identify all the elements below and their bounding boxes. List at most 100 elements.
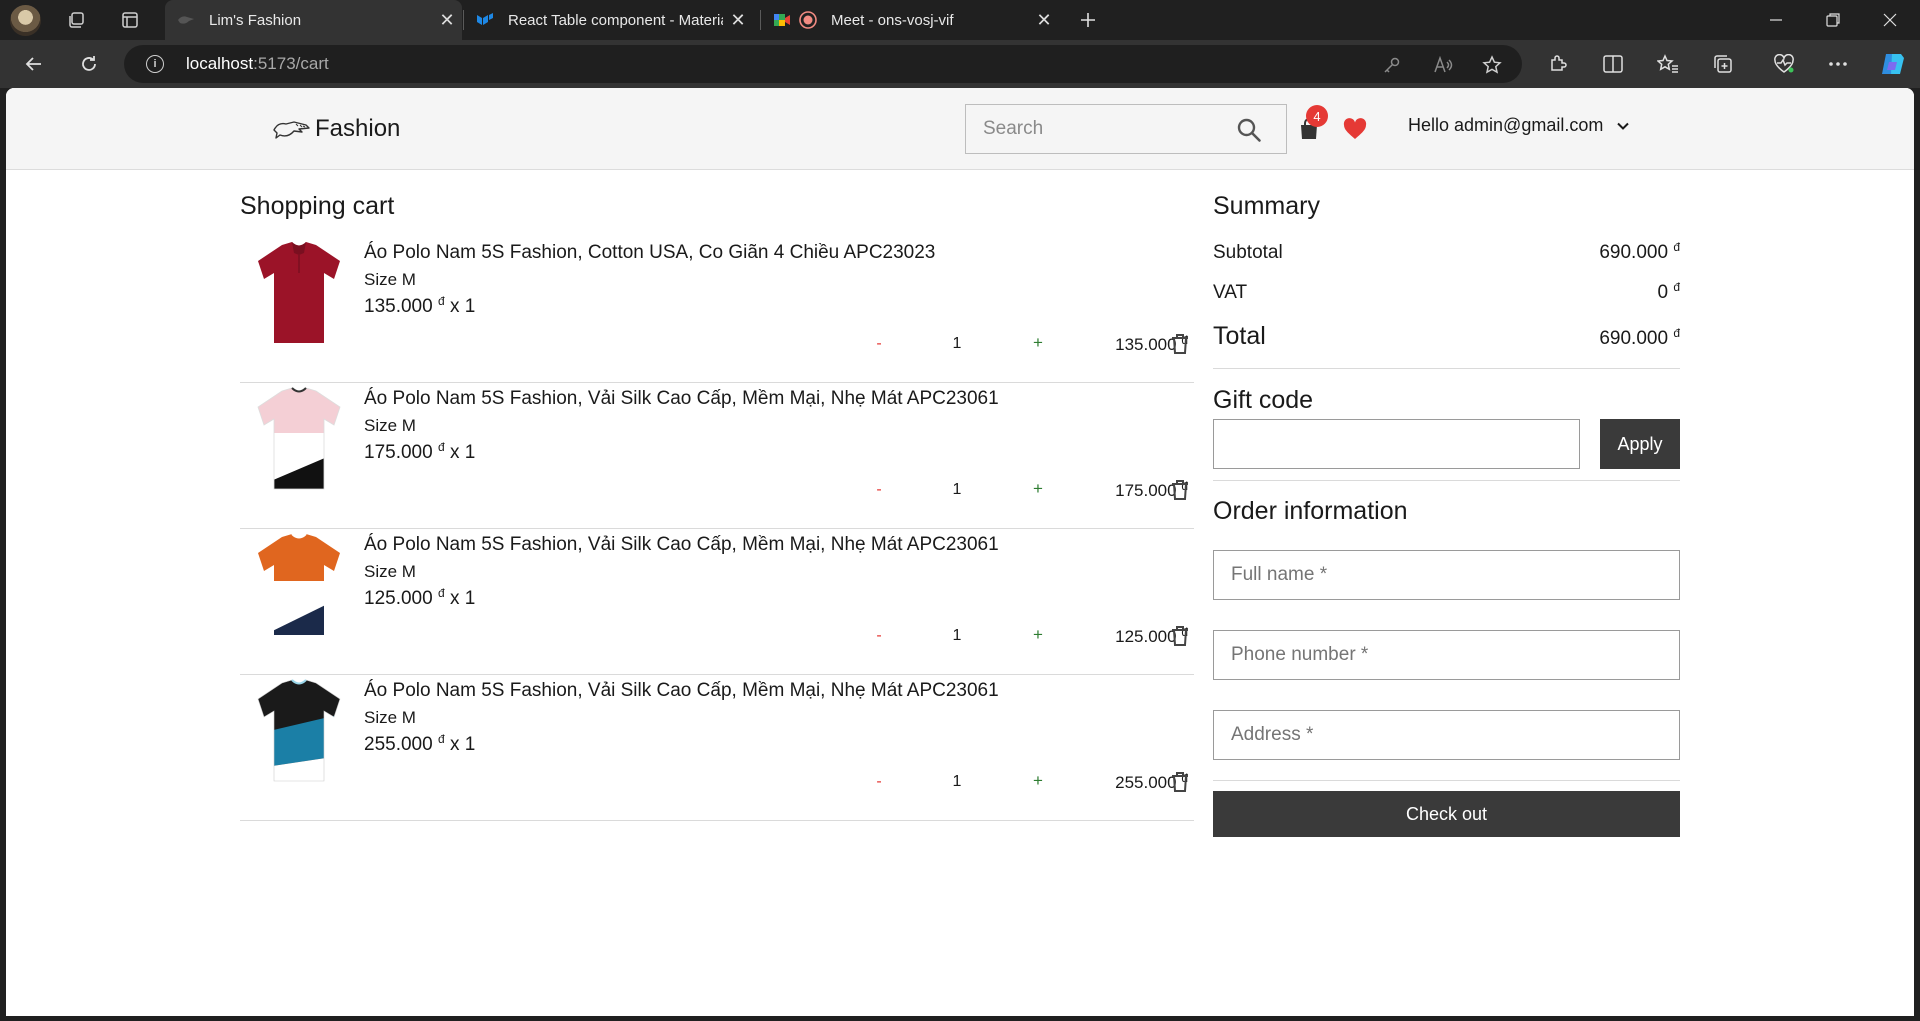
item-price: 175.000 đ x 1 bbox=[364, 440, 475, 464]
apply-button[interactable]: Apply bbox=[1600, 419, 1680, 469]
subtotal-label: Subtotal bbox=[1213, 242, 1283, 263]
favorite-star-icon[interactable] bbox=[1479, 52, 1505, 78]
close-tab-icon[interactable]: ✕ bbox=[723, 5, 753, 35]
currency-symbol: đ bbox=[1673, 240, 1680, 254]
tab-meet[interactable]: Meet - ons-vosj-vif ✕ bbox=[761, 0, 1059, 40]
item-name[interactable]: Áo Polo Nam 5S Fashion, Vải Silk Cao Cấp… bbox=[364, 388, 999, 410]
tab-title: Lim's Fashion bbox=[209, 11, 302, 29]
product-image[interactable] bbox=[252, 677, 346, 787]
price-value: 135.000 bbox=[364, 296, 433, 317]
meet-favicon-icon bbox=[773, 11, 791, 29]
gift-code-title: Gift code bbox=[1213, 386, 1314, 414]
refresh-icon[interactable] bbox=[71, 48, 107, 80]
crocodile-logo-icon[interactable] bbox=[272, 116, 310, 142]
subtotal-value: 690.000 bbox=[1599, 242, 1669, 263]
currency-symbol: đ bbox=[437, 440, 445, 454]
search-input[interactable] bbox=[966, 105, 1226, 153]
search-box bbox=[965, 104, 1287, 154]
delete-trash-icon[interactable] bbox=[1170, 771, 1190, 793]
phone-number-field[interactable] bbox=[1213, 630, 1680, 680]
copilot-icon[interactable] bbox=[1877, 49, 1909, 79]
qty-value: 1 bbox=[952, 773, 962, 790]
item-name[interactable]: Áo Polo Nam 5S Fashion, Cotton USA, Co G… bbox=[364, 242, 935, 264]
site-info-icon[interactable]: i bbox=[146, 55, 164, 73]
full-name-field[interactable] bbox=[1213, 550, 1680, 600]
delete-trash-icon[interactable] bbox=[1170, 625, 1190, 647]
back-icon[interactable] bbox=[16, 48, 52, 80]
url-path: :5173/cart bbox=[253, 54, 329, 73]
address-field[interactable] bbox=[1213, 710, 1680, 760]
delete-trash-icon[interactable] bbox=[1170, 479, 1190, 501]
site-header: Fashion 4 Hello admin@gmail.com bbox=[6, 88, 1914, 170]
price-value: 125.000 bbox=[364, 588, 433, 609]
total-label: Total bbox=[1213, 322, 1266, 350]
increase-qty-button[interactable]: + bbox=[1031, 333, 1045, 353]
qty-text: x 1 bbox=[449, 296, 476, 317]
close-tab-icon[interactable]: ✕ bbox=[1029, 5, 1059, 35]
search-icon[interactable] bbox=[1236, 117, 1262, 143]
qty-value: 1 bbox=[952, 335, 962, 352]
cart-item: Áo Polo Nam 5S Fashion, Vải Silk Cao Cấp… bbox=[240, 677, 1194, 821]
favorites-icon[interactable] bbox=[1652, 49, 1684, 79]
tab-title: Meet - ons-vosj-vif bbox=[831, 11, 954, 29]
password-key-icon[interactable] bbox=[1379, 52, 1405, 78]
line-total-value: 135.000 bbox=[1115, 335, 1177, 354]
divider bbox=[1213, 368, 1680, 369]
delete-trash-icon[interactable] bbox=[1170, 333, 1190, 355]
qty-value: 1 bbox=[952, 627, 962, 644]
fashion-favicon-icon bbox=[177, 11, 195, 29]
url-text[interactable]: localhost:5173/cart bbox=[186, 54, 329, 74]
more-menu-icon[interactable] bbox=[1822, 49, 1854, 79]
minimize-icon[interactable] bbox=[1748, 0, 1804, 40]
price-value: 175.000 bbox=[364, 442, 433, 463]
decrease-qty-button[interactable]: - bbox=[872, 773, 886, 791]
gift-code-input[interactable] bbox=[1213, 419, 1580, 469]
vat-amount: 0 đ bbox=[1657, 280, 1680, 304]
item-price: 125.000 đ x 1 bbox=[364, 586, 476, 610]
item-name[interactable]: Áo Polo Nam 5S Fashion, Vải Silk Cao Cấp… bbox=[364, 534, 999, 556]
tab-actions-icon[interactable] bbox=[112, 4, 148, 36]
vat-value: 0 bbox=[1657, 282, 1669, 303]
extensions-icon[interactable] bbox=[1542, 49, 1574, 79]
cart-title: Shopping cart bbox=[240, 192, 395, 220]
close-window-icon[interactable] bbox=[1862, 0, 1918, 40]
restore-icon[interactable] bbox=[1805, 0, 1861, 40]
subtotal-amount: 690.000 đ bbox=[1599, 240, 1680, 264]
split-screen-icon[interactable] bbox=[1597, 49, 1629, 79]
qty-value: 1 bbox=[952, 481, 962, 498]
decrease-qty-button[interactable]: - bbox=[872, 481, 886, 499]
cart-item: Áo Polo Nam 5S Fashion, Vải Silk Cao Cấp… bbox=[240, 385, 1194, 529]
item-name[interactable]: Áo Polo Nam 5S Fashion, Vải Silk Cao Cấp… bbox=[364, 680, 999, 702]
tab-react-table[interactable]: React Table component - Materia ✕ bbox=[464, 0, 758, 40]
vat-label: VAT bbox=[1213, 282, 1248, 303]
qty-text: x 1 bbox=[449, 734, 476, 755]
divider bbox=[1213, 780, 1680, 781]
collections-icon[interactable] bbox=[1707, 49, 1739, 79]
brand-name[interactable]: Fashion bbox=[315, 115, 400, 143]
total-value: 690.000 bbox=[1599, 328, 1669, 349]
wishlist-heart-icon[interactable] bbox=[1343, 118, 1367, 140]
address-bar[interactable]: i localhost:5173/cart bbox=[124, 45, 1522, 83]
increase-qty-button[interactable]: + bbox=[1031, 625, 1045, 645]
close-tab-icon[interactable]: ✕ bbox=[432, 5, 462, 35]
checkout-button[interactable]: Check out bbox=[1213, 791, 1680, 837]
workspaces-icon[interactable] bbox=[58, 4, 94, 36]
line-total-value: 125.000 bbox=[1115, 627, 1177, 646]
currency-symbol: đ bbox=[437, 294, 445, 308]
cart-count-badge: 4 bbox=[1306, 105, 1328, 127]
read-aloud-icon[interactable] bbox=[1430, 52, 1456, 78]
currency-symbol: đ bbox=[1673, 280, 1680, 294]
profile-avatar[interactable] bbox=[10, 5, 41, 36]
tab-lims-fashion[interactable]: Lim's Fashion ✕ bbox=[165, 0, 462, 40]
user-menu[interactable]: Hello admin@gmail.com bbox=[1408, 115, 1631, 136]
product-image[interactable] bbox=[252, 239, 346, 349]
decrease-qty-button[interactable]: - bbox=[872, 627, 886, 645]
browser-essentials-icon[interactable] bbox=[1768, 49, 1800, 79]
increase-qty-button[interactable]: + bbox=[1031, 479, 1045, 499]
product-image[interactable] bbox=[252, 385, 346, 495]
product-image[interactable] bbox=[252, 531, 346, 641]
decrease-qty-button[interactable]: - bbox=[872, 335, 886, 353]
new-tab-icon[interactable] bbox=[1070, 4, 1106, 36]
qty-text: x 1 bbox=[449, 588, 476, 609]
increase-qty-button[interactable]: + bbox=[1031, 771, 1045, 791]
